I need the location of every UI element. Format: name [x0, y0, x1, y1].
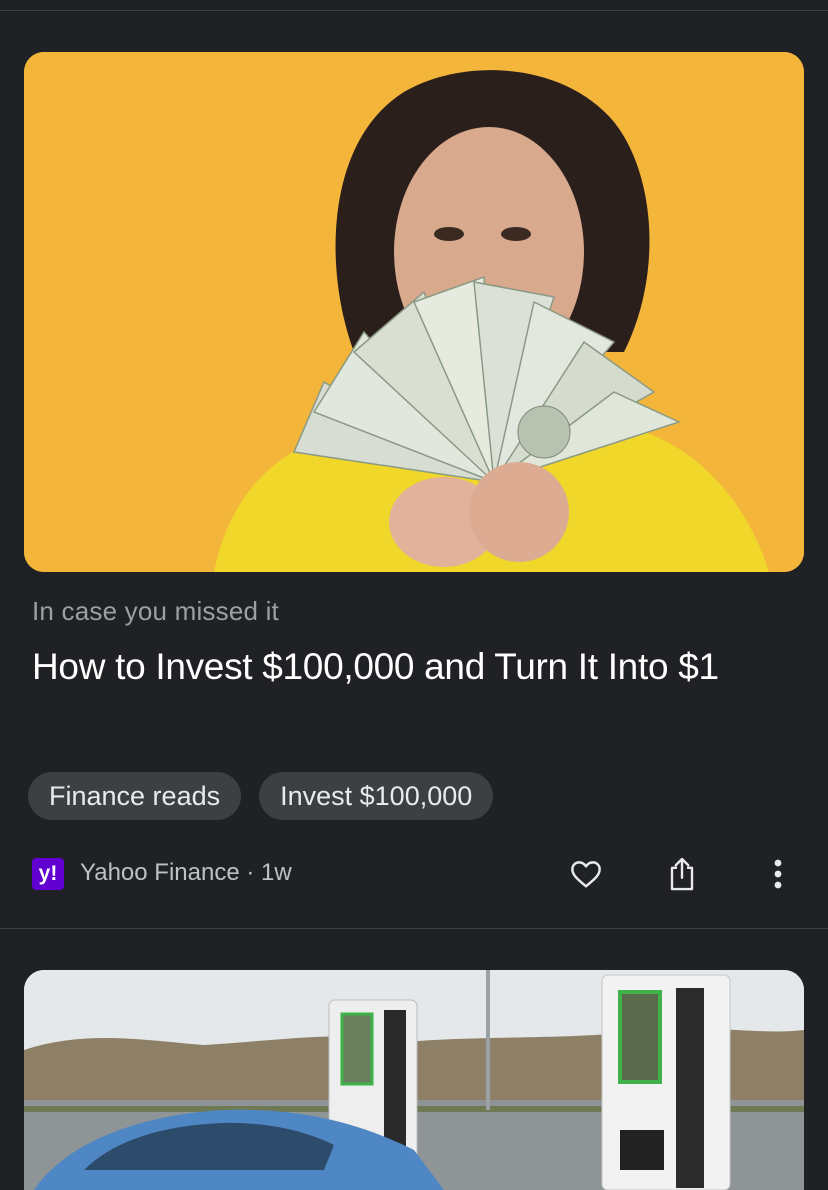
- like-button[interactable]: [566, 856, 606, 892]
- share-icon: [670, 857, 694, 891]
- source-row: y! Yahoo Finance · 1w: [32, 856, 804, 892]
- article-kicker: In case you missed it: [32, 596, 279, 626]
- article-headline[interactable]: How to Invest $100,000 and Turn It Into …: [32, 646, 822, 688]
- article-image[interactable]: [24, 52, 804, 572]
- more-options-button[interactable]: [758, 856, 798, 892]
- article-age: 1w: [261, 859, 292, 886]
- source-meta: Yahoo Finance · 1w: [80, 859, 292, 887]
- chip-finance-reads[interactable]: Finance reads: [28, 772, 242, 820]
- ev-charging-image: [24, 970, 804, 1190]
- yahoo-finance-logo: y!: [32, 858, 64, 890]
- more-vert-icon: [774, 859, 782, 889]
- top-divider: [0, 10, 828, 11]
- source-name: Yahoo Finance: [80, 859, 240, 886]
- heart-icon: [571, 861, 601, 888]
- woman-with-money-image: [24, 52, 804, 572]
- meta-separator: ·: [246, 859, 255, 886]
- share-button[interactable]: [662, 856, 702, 892]
- card-divider: [0, 928, 828, 929]
- topic-chips: Finance reads Invest $100,000: [28, 772, 494, 820]
- chip-invest-100000[interactable]: Invest $100,000: [259, 772, 494, 820]
- article2-image[interactable]: [24, 970, 804, 1190]
